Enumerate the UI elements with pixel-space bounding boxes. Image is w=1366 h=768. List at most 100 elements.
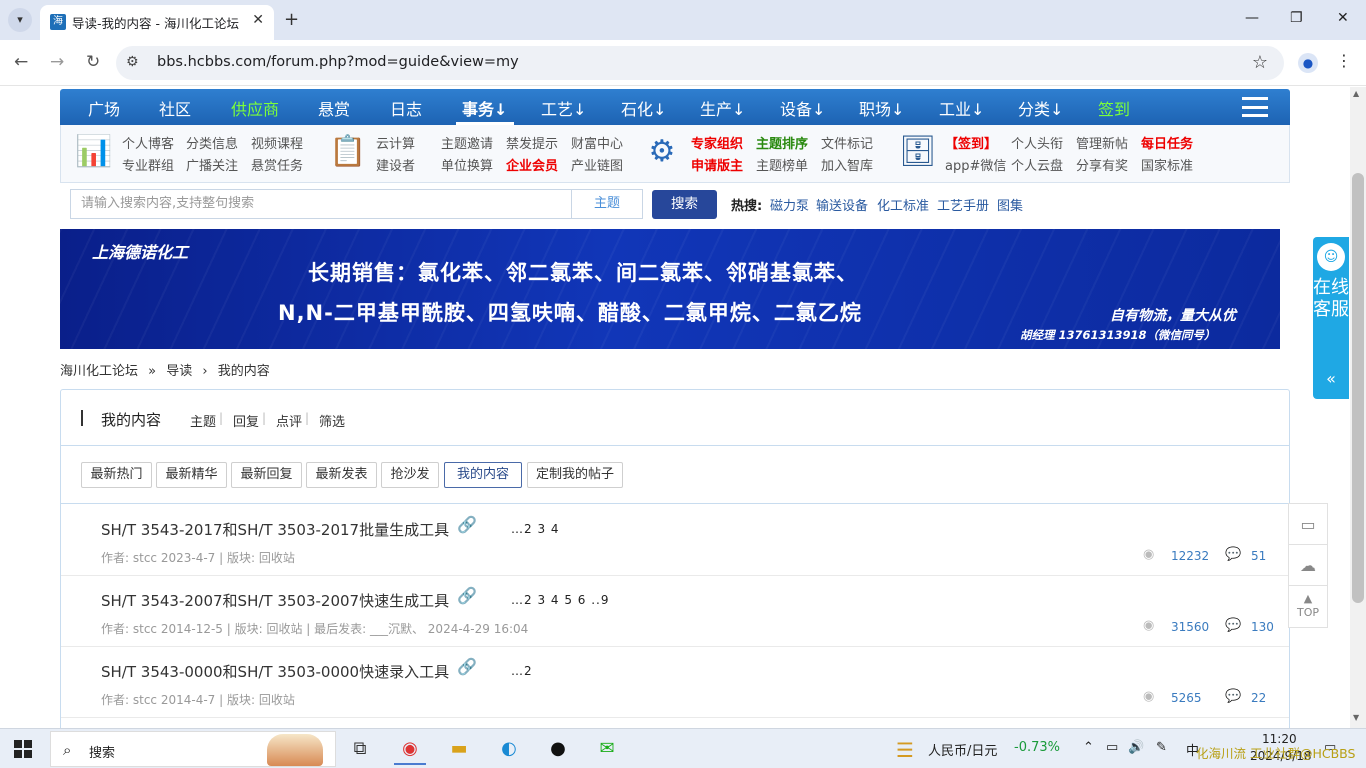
scroll-thumb[interactable]	[1352, 173, 1364, 603]
sub-link-builder[interactable]: 建设者	[376, 155, 415, 174]
sub-link-manage-posts[interactable]: 管理新帖	[1076, 133, 1128, 152]
sub-link-broadcast[interactable]: 广播关注	[186, 155, 238, 174]
new-tab-plus-icon[interactable]: +	[284, 9, 299, 30]
nav-item-bounty[interactable]: 悬赏	[318, 96, 350, 120]
tab-search-chevron-down-icon[interactable]: ▾	[8, 8, 32, 32]
url-text[interactable]: bbs.hcbbs.com/forum.php?mod=guide&view=m…	[157, 54, 519, 70]
tab-close-icon[interactable]: ✕	[252, 12, 264, 28]
thread-pages[interactable]: …2 3 4	[511, 522, 560, 536]
nav-item-equipment[interactable]: 设备↓	[780, 96, 825, 120]
bookmark-star-icon[interactable]: ☆	[1252, 52, 1268, 73]
nav-item-affairs[interactable]: 事务↓	[462, 96, 507, 120]
sub-link-daily-task[interactable]: 每日任务	[1141, 133, 1193, 152]
minimize-icon[interactable]: —	[1245, 10, 1259, 26]
sub-link-topic-sort[interactable]: 主题排序	[756, 133, 808, 152]
nav-item-petrochem[interactable]: 石化↓	[621, 96, 666, 120]
filter-sofa[interactable]: 抢沙发	[381, 462, 439, 488]
filter-new[interactable]: 最新发表	[306, 462, 377, 488]
sub-link-app-wechat[interactable]: app#微信	[945, 155, 1006, 174]
scroll-down-icon[interactable]: ▼	[1353, 713, 1359, 722]
thread-pages[interactable]: …2	[511, 664, 533, 678]
taskbar-search[interactable]: ⌕ 搜索	[50, 731, 336, 767]
breadcrumb-home[interactable]: 海川化工论坛	[60, 364, 138, 379]
volume-icon[interactable]: 🔊	[1128, 740, 1144, 755]
browser-tab[interactable]: 海 导读-我的内容 - 海川化工论坛 ✕	[40, 5, 274, 40]
task-view-icon[interactable]: ⧉	[344, 733, 376, 765]
nav-item-checkin[interactable]: 签到	[1098, 96, 1130, 120]
nav-item-category[interactable]: 分类↓	[1018, 96, 1063, 120]
nav-item-production[interactable]: 生产↓	[700, 96, 745, 120]
wechat-app-icon[interactable]: ✉	[591, 733, 623, 765]
panel-link-comments[interactable]: 点评	[276, 411, 302, 430]
nav-item-blog[interactable]: 日志	[390, 96, 422, 120]
wechat-icon[interactable]: ☁	[1289, 545, 1327, 586]
network-icon[interactable]: ▭	[1106, 740, 1118, 755]
forward-icon[interactable]: →	[50, 52, 64, 72]
nav-item-community[interactable]: 社区	[159, 96, 191, 120]
reload-icon[interactable]: ↻	[86, 52, 100, 72]
page-scrollbar[interactable]: ▲ ▼	[1350, 87, 1366, 728]
sub-link-classifieds[interactable]: 分类信息	[186, 133, 238, 152]
ad-banner[interactable]: 上海德诺化工 长期销售：氯化苯、邻二氯苯、间二氯苯、邻硝基氯苯、 N,N-二甲基…	[60, 229, 1280, 349]
browser-menu-kebab-icon[interactable]: ⋮	[1336, 51, 1352, 70]
filter-reply[interactable]: 最新回复	[231, 462, 302, 488]
filter-custom[interactable]: 定制我的帖子	[527, 462, 623, 488]
sub-link-industry-chain[interactable]: 产业链图	[571, 155, 623, 174]
thread-row[interactable]: SH/T 3543-2017和SH/T 3503-2017批量生成工具 🔗 …2…	[61, 505, 1289, 576]
sub-link-bounty-task[interactable]: 悬赏任务	[251, 155, 303, 174]
sub-link-video-course[interactable]: 视频课程	[251, 133, 303, 152]
thread-row[interactable]: SH/T 3543-0000和SH/T 3503-0000快速录入工具 🔗 …2…	[61, 647, 1289, 718]
window-close-icon[interactable]: ✕	[1337, 10, 1349, 26]
hamburger-menu-icon[interactable]	[1242, 97, 1268, 117]
sub-link-topic-rank[interactable]: 主题榜单	[756, 155, 808, 174]
file-explorer-icon[interactable]: ▬	[443, 733, 475, 765]
nav-item-square[interactable]: 广场	[88, 96, 120, 120]
sub-link-cloud[interactable]: 云计算	[376, 133, 415, 152]
restore-icon[interactable]: ❐	[1290, 10, 1303, 26]
site-info-icon[interactable]: ⚙	[126, 54, 139, 70]
panel-link-filter[interactable]: 筛选	[319, 411, 345, 430]
online-service-tab[interactable]: ☺ 在线客服 «	[1313, 237, 1349, 399]
nav-item-career[interactable]: 职场↓	[859, 96, 904, 120]
sub-link-share-reward[interactable]: 分享有奖	[1076, 155, 1128, 174]
nav-item-process[interactable]: 工艺↓	[541, 96, 586, 120]
hot-search-item[interactable]: 图集	[997, 195, 1023, 214]
sub-link-ban-tips[interactable]: 禁发提示	[506, 133, 558, 152]
search-type-select[interactable]: 主题	[571, 189, 643, 219]
sub-link-experts[interactable]: 专家组织	[691, 133, 743, 152]
stock-widget-icon[interactable]: ☰	[896, 738, 914, 762]
panel-link-topics[interactable]: 主题	[190, 411, 216, 430]
url-field[interactable]: ⚙ bbs.hcbbs.com/forum.php?mod=guide&view…	[116, 46, 1284, 80]
thread-pages[interactable]: …2 3 4 5 6 ..9	[511, 593, 610, 607]
edge-icon[interactable]: ◐	[493, 733, 525, 765]
breadcrumb-guide[interactable]: 导读	[166, 364, 192, 379]
windows-start-icon[interactable]	[14, 740, 32, 758]
thread-title[interactable]: SH/T 3543-2017和SH/T 3503-2017批量生成工具	[101, 519, 449, 540]
thread-row[interactable]: SH/T 3543-2007和SH/T 3503-2007快速生成工具 🔗 …2…	[61, 576, 1289, 647]
tray-chevron-up-icon[interactable]: ⌃	[1083, 740, 1094, 755]
sub-link-topic-invite[interactable]: 主题邀请	[441, 133, 493, 152]
search-button[interactable]: 搜索	[652, 190, 717, 219]
sub-link-file-mark[interactable]: 文件标记	[821, 133, 873, 152]
sub-link-unit-convert[interactable]: 单位换算	[441, 155, 493, 174]
comment-icon[interactable]: ▭	[1289, 504, 1327, 545]
sub-link-think-tank[interactable]: 加入智库	[821, 155, 873, 174]
nav-item-industry[interactable]: 工业↓	[939, 96, 984, 120]
sub-link-apply-mod[interactable]: 申请版主	[691, 155, 743, 174]
sub-link-cloud-disk[interactable]: 个人云盘	[1011, 155, 1063, 174]
hot-search-item[interactable]: 工艺手册	[937, 195, 989, 214]
back-icon[interactable]: ←	[14, 52, 28, 72]
pen-icon[interactable]: ✎	[1156, 740, 1167, 755]
thread-title[interactable]: SH/T 3543-2007和SH/T 3503-2007快速生成工具	[101, 590, 449, 611]
sub-link-wealth[interactable]: 财富中心	[571, 133, 623, 152]
filter-my-content[interactable]: 我的内容	[444, 462, 522, 488]
sub-link-title[interactable]: 个人头衔	[1011, 133, 1063, 152]
profile-icon[interactable]: ●	[1298, 53, 1318, 73]
panel-link-replies[interactable]: 回复	[233, 411, 259, 430]
filter-hot[interactable]: 最新热门	[81, 462, 152, 488]
hot-search-item[interactable]: 输送设备	[816, 195, 868, 214]
sub-link-national-std[interactable]: 国家标准	[1141, 155, 1193, 174]
chrome-icon[interactable]: ◉	[394, 733, 426, 765]
sub-link-signin[interactable]: 【签到】	[945, 133, 997, 152]
scroll-up-icon[interactable]: ▲	[1353, 89, 1359, 98]
